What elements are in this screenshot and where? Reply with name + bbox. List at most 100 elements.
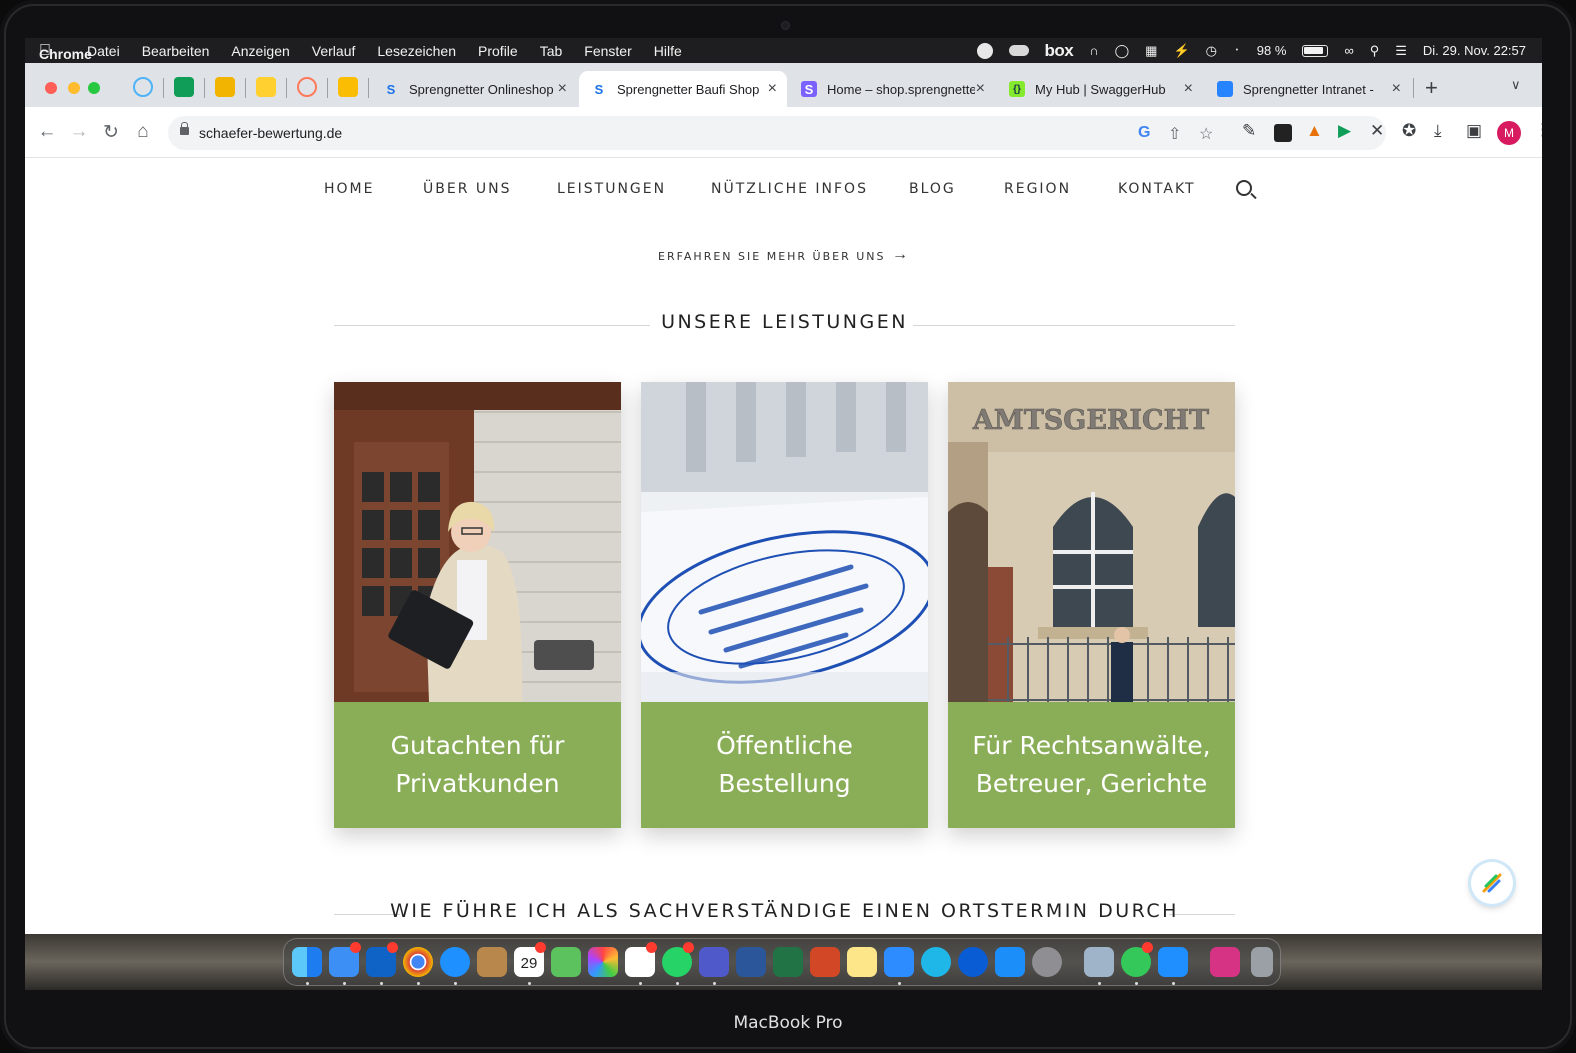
analytics-extension-icon[interactable]: ▲ bbox=[1306, 121, 1323, 141]
menu-verlauf[interactable]: Verlauf bbox=[312, 43, 356, 59]
pinned-tab-analytics-icon[interactable] bbox=[215, 77, 235, 97]
contacts-icon[interactable] bbox=[477, 947, 507, 977]
preview-icon[interactable] bbox=[1084, 947, 1114, 977]
reload-button[interactable]: ↻ bbox=[100, 121, 122, 144]
safari-icon[interactable] bbox=[440, 947, 470, 977]
card-title[interactable]: Öffentliche Bestellung bbox=[641, 702, 928, 828]
nav-blog[interactable]: BLOG bbox=[909, 181, 956, 197]
downloads-folder-icon[interactable] bbox=[1210, 947, 1240, 977]
pinned-tab-hubspot-icon[interactable] bbox=[297, 77, 317, 97]
pinned-tab-clock-icon[interactable] bbox=[133, 77, 153, 97]
more-about-us-link[interactable]: ERFAHREN SIE MEHR ÜBER UNS bbox=[658, 250, 886, 263]
screen-capture-extension-icon[interactable] bbox=[1274, 124, 1292, 142]
nav-nuetzliche-infos[interactable]: NÜTZLICHE INFOS bbox=[711, 181, 868, 197]
menubar-clock[interactable]: Di. 29. Nov. 22:57 bbox=[1423, 43, 1526, 58]
search-icon[interactable] bbox=[1236, 180, 1252, 196]
tab-sprengnetter-baufi-shop[interactable]: S Sprengnetter Baufi Shop × bbox=[579, 71, 787, 107]
pinned-tab-sheets-icon[interactable] bbox=[174, 77, 194, 97]
zoom-icon[interactable] bbox=[884, 947, 914, 977]
box-icon[interactable]: box bbox=[1045, 41, 1074, 61]
service-card-privatkunden[interactable]: Gutachten für Privatkunden bbox=[334, 382, 621, 828]
extensions-puzzle-icon[interactable]: ✪ bbox=[1402, 121, 1416, 141]
tab-home-shop-sprengnetter[interactable]: S Home – shop.sprengnetter × bbox=[789, 71, 995, 107]
home-button[interactable]: ⌂ bbox=[132, 121, 154, 143]
trash-icon[interactable] bbox=[1251, 947, 1273, 977]
send-extension-icon[interactable]: ▶ bbox=[1338, 121, 1351, 141]
close-tab-icon[interactable]: × bbox=[1184, 80, 1193, 98]
chat-widget-button[interactable] bbox=[1471, 862, 1513, 904]
teams-icon[interactable] bbox=[699, 947, 729, 977]
share-icon[interactable]: ⇧ bbox=[1168, 124, 1181, 144]
cloud-icon[interactable] bbox=[1008, 45, 1029, 56]
back-button[interactable]: ← bbox=[36, 121, 58, 143]
menu-anzeigen[interactable]: Anzeigen bbox=[231, 43, 289, 59]
profile-avatar[interactable]: M bbox=[1497, 121, 1521, 145]
nav-kontakt[interactable]: KONTAKT bbox=[1118, 181, 1196, 197]
service-card-rechtsanwaelte[interactable]: AMTSGERICHT Für Rechtsanwälte, Betreuer,… bbox=[948, 382, 1235, 828]
arrow-right-icon[interactable]: → bbox=[892, 246, 908, 264]
pinned-tab-slides-icon[interactable] bbox=[338, 77, 358, 97]
menu-hilfe[interactable]: Hilfe bbox=[654, 43, 682, 59]
eyedropper-extension-icon[interactable]: ✎ bbox=[1242, 121, 1256, 141]
layout-icon[interactable]: ▦ bbox=[1145, 43, 1157, 59]
keynote-icon[interactable] bbox=[1158, 947, 1188, 977]
nav-home[interactable]: HOME bbox=[324, 181, 374, 197]
lock-icon[interactable] bbox=[180, 122, 189, 135]
close-tab-icon[interactable]: × bbox=[768, 80, 777, 98]
app-store-icon[interactable] bbox=[995, 947, 1025, 977]
system-settings-icon[interactable] bbox=[1032, 947, 1062, 977]
spotlight-icon[interactable]: ⚲ bbox=[1370, 43, 1380, 59]
chrome-icon[interactable] bbox=[403, 947, 433, 977]
cut-extension-icon[interactable]: ✕ bbox=[1370, 121, 1384, 141]
notes-icon[interactable] bbox=[847, 947, 877, 977]
zoom-window-button[interactable] bbox=[88, 82, 100, 94]
1password-icon[interactable] bbox=[958, 947, 988, 977]
excel-icon[interactable] bbox=[773, 947, 803, 977]
close-tab-icon[interactable]: × bbox=[976, 80, 985, 98]
pinned-tab-miro-icon[interactable] bbox=[256, 77, 276, 97]
word-icon[interactable] bbox=[736, 947, 766, 977]
menu-fenster[interactable]: Fenster bbox=[584, 43, 631, 59]
menu-tab[interactable]: Tab bbox=[540, 43, 563, 59]
finder-icon[interactable] bbox=[292, 947, 322, 977]
password-icon[interactable]: ◯ bbox=[1115, 43, 1130, 59]
minimize-window-button[interactable] bbox=[68, 82, 80, 94]
side-panel-icon[interactable]: ▣ bbox=[1466, 121, 1482, 141]
nav-region[interactable]: REGION bbox=[1004, 181, 1071, 197]
battery-icon[interactable] bbox=[1302, 44, 1329, 57]
vpn-icon[interactable]: ∩ bbox=[1089, 43, 1098, 58]
link-icon[interactable]: ∞ bbox=[1344, 43, 1353, 58]
card-title[interactable]: Für Rechtsanwälte, Betreuer, Gerichte bbox=[948, 702, 1235, 828]
service-card-oeffentliche-bestellung[interactable]: Öffentliche Bestellung bbox=[641, 382, 928, 828]
close-tab-icon[interactable]: × bbox=[1392, 80, 1401, 98]
menu-lesezeichen[interactable]: Lesezeichen bbox=[377, 43, 456, 59]
maps-icon[interactable] bbox=[551, 947, 581, 977]
close-window-button[interactable] bbox=[45, 82, 57, 94]
menu-profile[interactable]: Profile bbox=[478, 43, 518, 59]
control-center-icon[interactable]: ☰ bbox=[1395, 43, 1407, 59]
power-icon[interactable]: ⚡ bbox=[1173, 43, 1189, 59]
card-title[interactable]: Gutachten für Privatkunden bbox=[334, 702, 621, 828]
time-machine-icon[interactable]: ◷ bbox=[1206, 43, 1217, 59]
menu-bearbeiten[interactable]: Bearbeiten bbox=[142, 43, 210, 59]
nav-leistungen[interactable]: LEISTUNGEN bbox=[557, 181, 666, 197]
new-tab-button[interactable]: + bbox=[1425, 75, 1438, 101]
nav-ueber-uns[interactable]: ÜBER UNS bbox=[423, 181, 511, 197]
downloads-icon[interactable]: ⤓ bbox=[1434, 121, 1442, 141]
chrome-menu-icon[interactable]: ⋮ bbox=[1534, 120, 1542, 140]
tab-sprengnetter-intranet[interactable]: Sprengnetter Intranet - × bbox=[1205, 71, 1411, 107]
focus-icon[interactable] bbox=[976, 42, 993, 59]
google-translate-icon[interactable]: G bbox=[1138, 124, 1150, 142]
address-bar[interactable]: schaefer-bewertung.de G ⇧ ☆ bbox=[168, 116, 1386, 150]
sync-icon[interactable] bbox=[921, 947, 951, 977]
forward-button[interactable]: → bbox=[68, 121, 90, 143]
address-url[interactable]: schaefer-bewertung.de bbox=[199, 125, 342, 141]
tab-swaggerhub[interactable]: {} My Hub | SwaggerHub × bbox=[997, 71, 1203, 107]
photos-icon[interactable] bbox=[588, 947, 618, 977]
bookmark-star-icon[interactable]: ☆ bbox=[1199, 124, 1213, 144]
powerpoint-icon[interactable] bbox=[810, 947, 840, 977]
tab-sprengnetter-onlineshop[interactable]: S Sprengnetter Onlineshop × bbox=[371, 71, 577, 107]
close-tab-icon[interactable]: × bbox=[558, 80, 567, 98]
tab-search-chevron-icon[interactable]: ∨ bbox=[1511, 77, 1521, 93]
bluetooth-icon[interactable]: ᛫ bbox=[1233, 43, 1241, 58]
